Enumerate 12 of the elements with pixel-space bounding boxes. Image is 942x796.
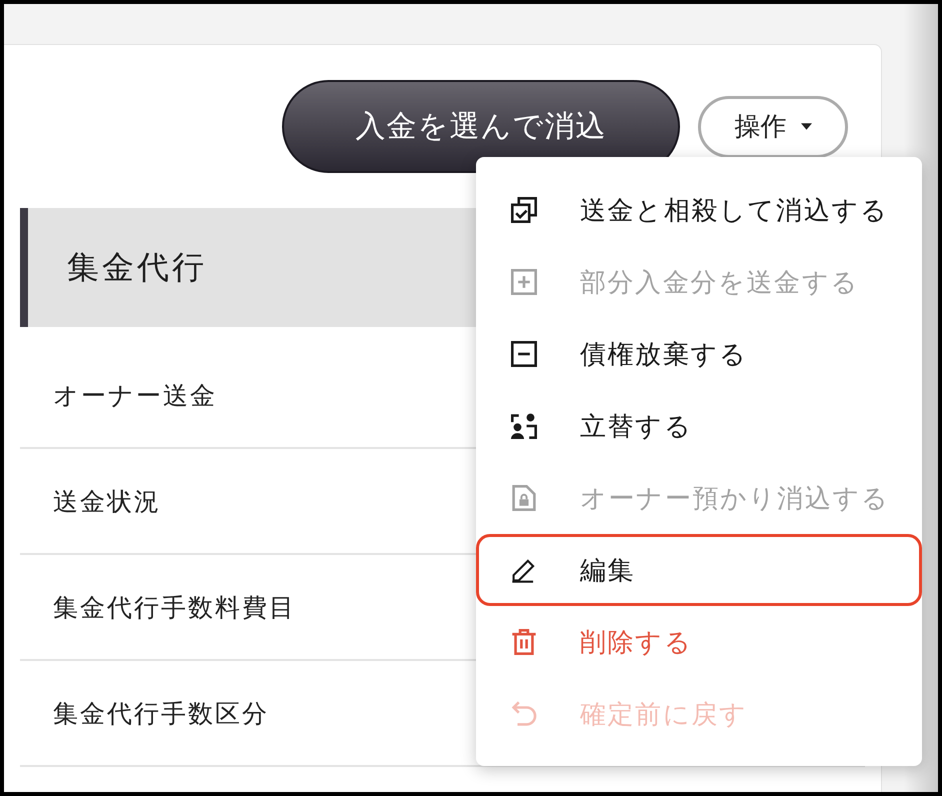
primary-button[interactable]: 入金を選んで消込 [282, 80, 680, 173]
minus-square-icon [511, 341, 537, 367]
plus-square-icon [511, 269, 537, 295]
people-icon [511, 413, 537, 439]
undo-icon [511, 701, 537, 727]
pencil-icon [511, 557, 537, 583]
trash-icon [511, 629, 537, 655]
menu-item[interactable]: 編集 [476, 534, 922, 606]
actions-menu-button[interactable]: 操作 [698, 96, 848, 158]
copy-check-icon [511, 197, 537, 223]
locked-document-icon [511, 485, 537, 511]
caret-icon [800, 123, 812, 130]
